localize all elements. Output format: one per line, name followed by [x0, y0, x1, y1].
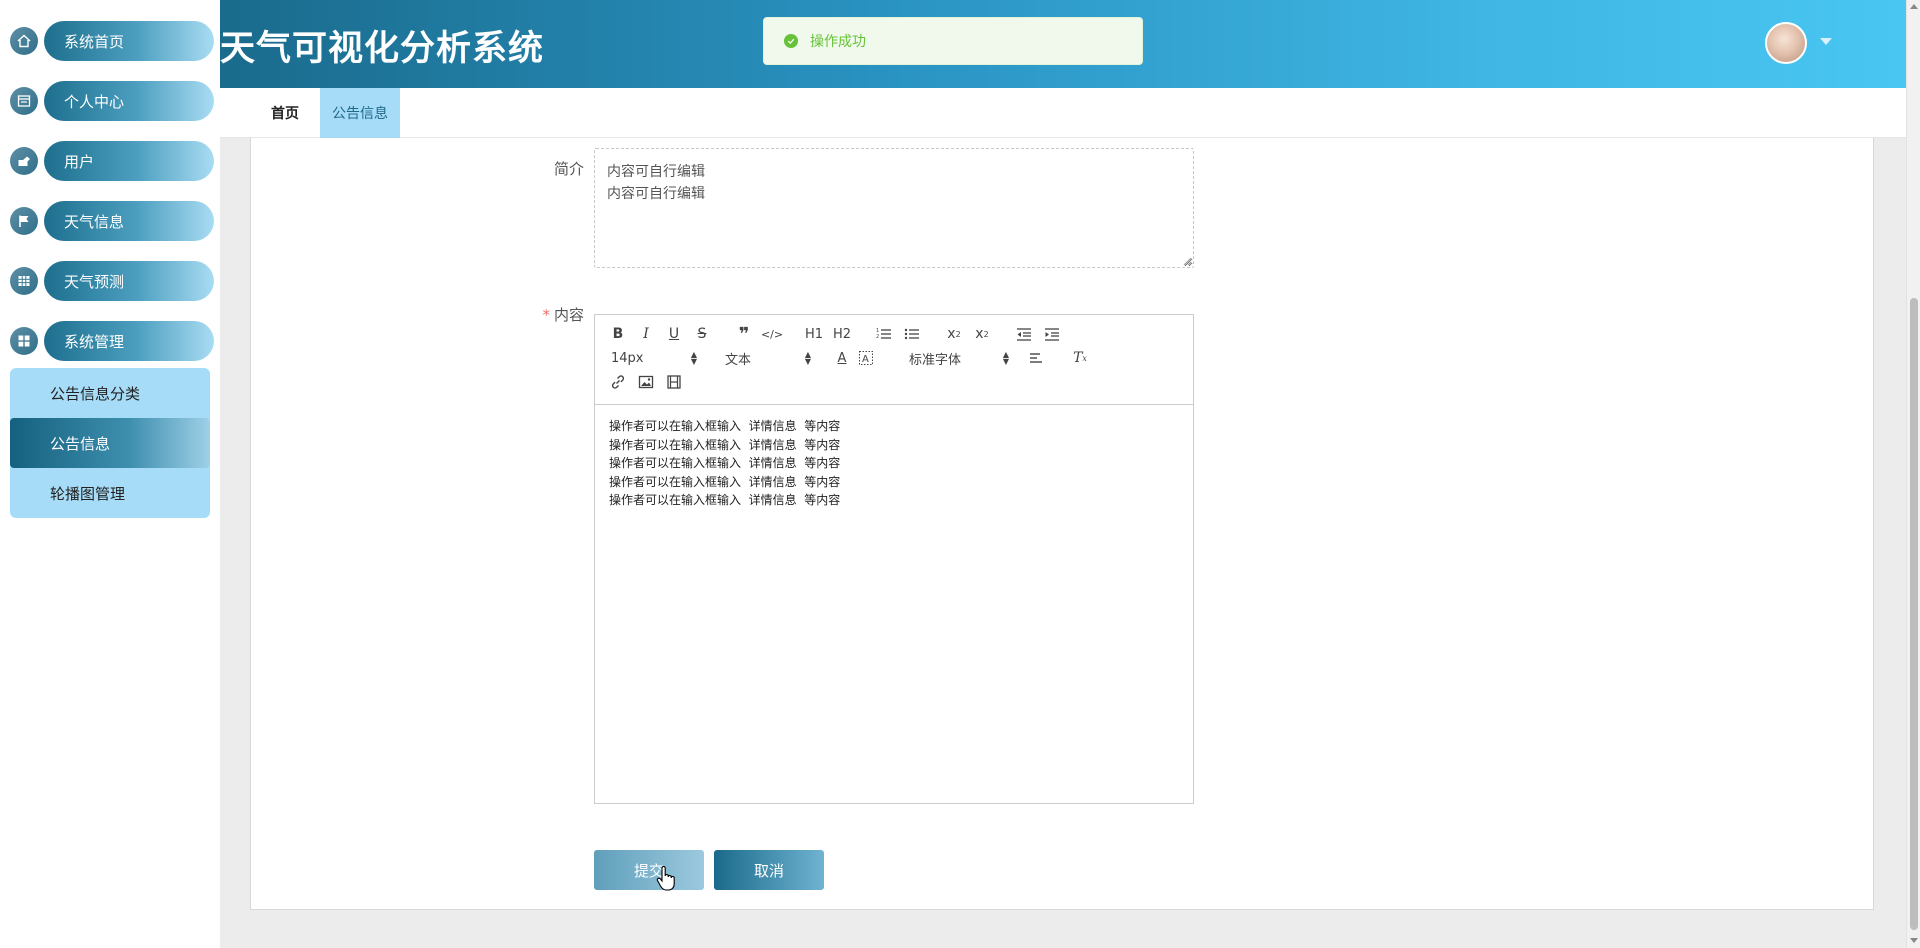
sidebar-item-personal-center[interactable]: 个人中心 [10, 81, 214, 121]
submenu-item-carousel[interactable]: 轮播图管理 [10, 468, 210, 518]
editor-content[interactable]: 操作者可以在输入框输入 详情信息 等内容 操作者可以在输入框输入 详情信息 等内… [595, 405, 1193, 522]
tab-bar: 首页 公告信息 [220, 88, 1906, 138]
submit-button[interactable]: 提交 [594, 850, 704, 890]
outdent-icon[interactable] [1013, 323, 1035, 345]
sidebar-item-label: 天气预测 [44, 261, 214, 301]
editor-toolbar: B I U S ❞ </> H1 H2 12 x2 x2 14px ▲ ▼ 文本 … [595, 315, 1193, 405]
sidebar: 系统首页 个人中心 用户 天气信息 天气预测 系统管理 公告信息分类 公告信息 … [0, 0, 220, 948]
intro-textarea[interactable] [594, 148, 1194, 268]
svg-text:A: A [862, 354, 869, 365]
apps-icon [10, 327, 38, 355]
sidebar-item-label: 系统管理 [44, 321, 214, 361]
sidebar-item-user[interactable]: 用户 [10, 141, 214, 181]
editor-line: 操作者可以在输入框输入 详情信息 等内容 [609, 437, 841, 452]
underline-icon[interactable]: U [663, 323, 685, 345]
user-icon [10, 147, 38, 175]
bold-icon[interactable]: B [607, 323, 629, 345]
sidebar-item-system-management[interactable]: 系统管理 [10, 321, 214, 361]
ordered-list-icon[interactable]: 12 [873, 323, 895, 345]
toast-message: 操作成功 [810, 34, 866, 50]
intro-label: 简介 [540, 158, 584, 179]
editor-line: 操作者可以在输入框输入 详情信息 等内容 [609, 493, 841, 507]
superscript-icon[interactable]: x2 [971, 323, 993, 345]
sidebar-item-label: 个人中心 [44, 81, 214, 121]
scroll-down-icon[interactable] [1910, 938, 1918, 943]
background-color-icon[interactable]: A [855, 347, 877, 369]
subscript-icon[interactable]: x2 [943, 323, 965, 345]
submenu-item-notice-category[interactable]: 公告信息分类 [10, 368, 210, 418]
grid-icon [10, 267, 38, 295]
clear-format-icon[interactable]: Tx [1069, 347, 1091, 369]
sidebar-item-weather-info[interactable]: 天气信息 [10, 201, 214, 241]
scroll-up-icon[interactable] [1910, 4, 1918, 9]
sidebar-item-weather-forecast[interactable]: 天气预测 [10, 261, 214, 301]
sidebar-item-label: 系统首页 [44, 21, 214, 61]
intro-label-text: 简介 [553, 160, 584, 178]
blockquote-icon[interactable]: ❞ [733, 323, 755, 345]
system-management-submenu: 公告信息分类 公告信息 轮播图管理 [10, 368, 210, 518]
sidebar-item-label: 天气信息 [44, 201, 214, 241]
align-icon[interactable] [1025, 347, 1047, 369]
app-title: 天气可视化分析系统 [220, 29, 545, 69]
editor-line: 操作者可以在输入框输入 详情信息 等内容 [609, 474, 841, 489]
italic-icon[interactable]: I [635, 323, 657, 345]
chevron-down-icon[interactable] [1820, 38, 1832, 45]
rich-text-editor: B I U S ❞ </> H1 H2 12 x2 x2 14px ▲ ▼ 文本 … [594, 314, 1194, 804]
indent-icon[interactable] [1041, 323, 1063, 345]
select-arrows-icon: ▲ ▼ [804, 350, 811, 366]
home-icon [10, 27, 38, 55]
heading-2-icon[interactable]: H2 [831, 323, 853, 345]
page-scrollbar[interactable] [1906, 0, 1920, 948]
sidebar-item-label: 用户 [44, 141, 214, 181]
content-label: * 内容 [520, 304, 584, 325]
content-label-text: 内容 [553, 306, 584, 324]
select-arrows-icon: ▲ ▼ [1002, 350, 1009, 366]
font-size-select[interactable]: 14px ▲ ▼ [611, 347, 697, 369]
block-type-value: 文本 [725, 352, 752, 368]
code-block-icon[interactable]: </> [761, 323, 783, 345]
sidebar-item-home[interactable]: 系统首页 [10, 21, 214, 61]
avatar[interactable] [1765, 22, 1807, 64]
tab-home[interactable]: 首页 [250, 88, 320, 138]
required-mark: * [542, 306, 550, 324]
font-family-select[interactable]: 标准字体 ▲ ▼ [909, 347, 1009, 369]
success-toast: 操作成功 [763, 17, 1143, 65]
submenu-item-notice[interactable]: 公告信息 [10, 418, 210, 468]
editor-line: 操作者可以在输入框输入 详情信息 等内容 [609, 419, 841, 433]
heading-2-label: H2 [832, 326, 852, 342]
check-circle-icon [784, 34, 798, 48]
image-icon[interactable] [635, 371, 657, 393]
svg-text:2: 2 [876, 334, 879, 340]
profile-card-icon [10, 87, 38, 115]
scroll-thumb[interactable] [1910, 298, 1918, 930]
select-arrows-icon: ▲ ▼ [690, 350, 697, 366]
heading-1-label: H1 [804, 326, 824, 342]
link-icon[interactable] [607, 371, 629, 393]
font-family-value: 标准字体 [909, 352, 962, 368]
heading-1-icon[interactable]: H1 [803, 323, 825, 345]
video-icon[interactable] [663, 371, 685, 393]
block-type-select[interactable]: 文本 ▲ ▼ [725, 347, 811, 369]
strikethrough-icon[interactable]: S [691, 323, 713, 345]
editor-line: 操作者可以在输入框输入 详情信息 等内容 [609, 456, 841, 470]
flag-icon [10, 207, 38, 235]
cancel-button[interactable]: 取消 [714, 850, 824, 890]
tab-notice[interactable]: 公告信息 [320, 88, 400, 138]
font-size-value: 14px [611, 350, 644, 366]
bullet-list-icon[interactable] [901, 323, 923, 345]
font-color-icon[interactable]: A [831, 347, 853, 369]
